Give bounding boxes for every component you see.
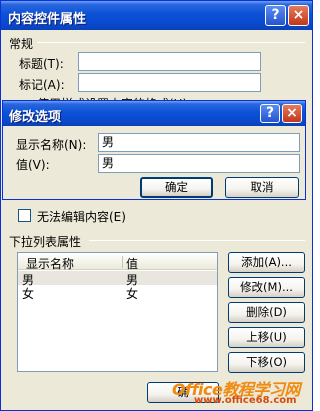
move-up-button[interactable]: 上移(U) — [228, 327, 305, 348]
display-name-label: 显示名称(N): — [16, 138, 87, 152]
value-label: 值(V): — [16, 158, 50, 172]
tag-input[interactable] — [78, 73, 261, 92]
no-edit-label: 无法编辑内容(E) — [37, 210, 126, 224]
sub-title-bar[interactable]: 修改选项 ? × — [3, 101, 305, 126]
modify-option-dialog: 修改选项 ? × 显示名称(N): 男 值(V): 男 确定 取消 — [2, 100, 306, 200]
content-control-properties-dialog: 内容控件属性 ? × 常规 标题(T): 标记(A): 使用样式设置内容的格式(… — [0, 0, 313, 411]
sub-dialog-title: 修改选项 — [9, 110, 62, 125]
column-divider[interactable] — [122, 256, 123, 268]
group-divider — [89, 240, 305, 241]
add-button[interactable]: 添加(A)... — [228, 252, 305, 273]
sub-close-button[interactable]: × — [282, 104, 302, 123]
watermark-line2: www.office68.com — [194, 395, 297, 406]
delete-button[interactable]: 删除(D) — [228, 302, 305, 323]
display-name-value: 男 — [102, 135, 115, 149]
ok-button[interactable]: 确定 — [140, 177, 213, 198]
value-input[interactable]: 男 — [98, 154, 300, 173]
row-name: 女 — [22, 287, 35, 301]
watermark-logo: Office教程学习网 www.office68.com — [166, 376, 312, 408]
general-group-label: 常规 — [9, 37, 34, 51]
sub-help-button[interactable]: ? — [260, 104, 280, 123]
dialog-title: 内容控件属性 — [8, 12, 87, 27]
dropdown-group-label: 下拉列表属性 — [9, 235, 82, 249]
list-row[interactable]: 女 女 — [18, 285, 217, 301]
cancel-button[interactable]: 取消 — [225, 177, 299, 198]
title-input[interactable] — [78, 52, 261, 71]
dropdown-list[interactable]: 显示名称 值 男 男 女 女 — [17, 252, 218, 372]
no-edit-checkbox[interactable] — [18, 209, 31, 222]
row-value: 女 — [126, 287, 139, 301]
help-button[interactable]: ? — [265, 5, 286, 26]
display-name-input[interactable]: 男 — [98, 133, 300, 152]
modify-button[interactable]: 修改(M)... — [228, 277, 305, 298]
list-header: 显示名称 值 — [18, 253, 217, 272]
column-display-name[interactable]: 显示名称 — [26, 255, 74, 272]
title-bar[interactable]: 内容控件属性 ? × — [1, 1, 312, 30]
close-button[interactable]: × — [288, 5, 309, 26]
group-divider — [37, 42, 305, 43]
tag-label: 标记(A): — [19, 78, 65, 92]
value-value: 男 — [102, 156, 115, 170]
title-label: 标题(T): — [19, 57, 64, 71]
list-row[interactable]: 男 男 — [18, 271, 217, 287]
move-down-button[interactable]: 下移(O) — [228, 352, 305, 373]
column-value[interactable]: 值 — [126, 255, 138, 272]
